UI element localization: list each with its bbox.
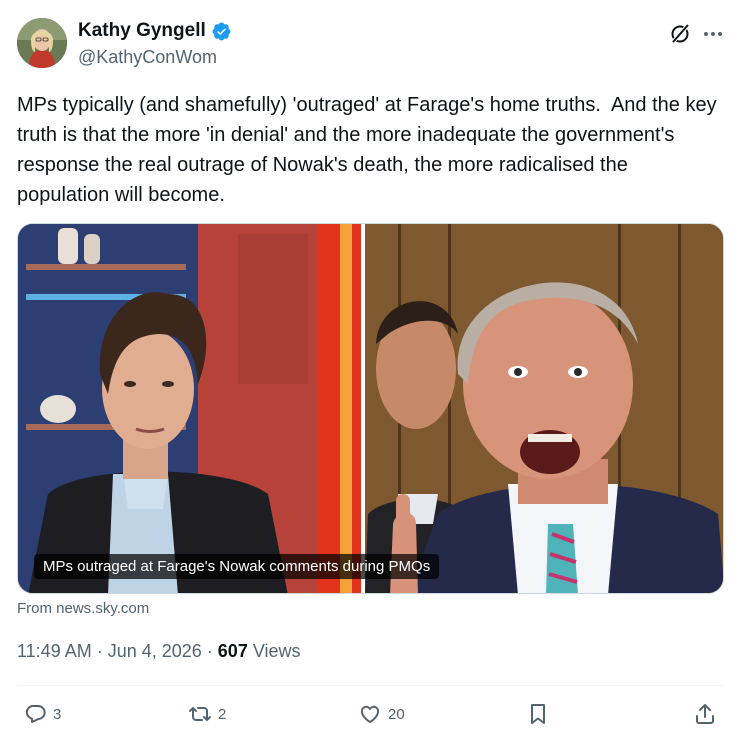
verified-badge-icon bbox=[212, 22, 231, 40]
news-thumbnail-image bbox=[18, 224, 723, 593]
tweet-date[interactable]: Jun 4, 2026 bbox=[108, 641, 202, 662]
repost-button[interactable]: 2 bbox=[188, 702, 226, 726]
display-name[interactable]: Kathy Gyngell bbox=[78, 20, 206, 42]
avatar[interactable] bbox=[17, 18, 67, 68]
repost-count: 2 bbox=[218, 705, 227, 723]
like-button[interactable]: 20 bbox=[358, 702, 405, 726]
tweet-time[interactable]: 11:49 AM bbox=[17, 641, 92, 662]
divider bbox=[17, 685, 724, 686]
tweet-text: MPs typically (and shamefully) 'outraged… bbox=[17, 94, 723, 206]
link-source[interactable]: From news.sky.com bbox=[17, 600, 149, 617]
tweet[interactable]: Kathy Gyngell @KathyConWom MPs typically… bbox=[0, 0, 745, 747]
share-icon bbox=[696, 704, 714, 724]
views-count: 607 bbox=[217, 641, 248, 661]
bookmark-button[interactable] bbox=[526, 702, 550, 726]
repost-icon bbox=[189, 707, 211, 721]
views-label: Views bbox=[252, 641, 301, 661]
author-handle[interactable]: @KathyConWom bbox=[78, 47, 217, 68]
tweet-meta: 11:49 AM · Jun 4, 2026 · 607 Views bbox=[17, 641, 301, 662]
share-button[interactable] bbox=[693, 702, 717, 726]
reply-button[interactable]: 3 bbox=[23, 702, 61, 726]
author-name-row[interactable]: Kathy Gyngell bbox=[78, 20, 232, 42]
grok-icon[interactable] bbox=[668, 22, 692, 46]
meta-separator: · bbox=[96, 641, 103, 661]
meta-separator: · bbox=[206, 641, 213, 661]
media-caption: MPs outraged at Farage's Nowak comments … bbox=[34, 554, 440, 579]
reply-count: 3 bbox=[53, 705, 62, 723]
like-count: 20 bbox=[388, 705, 405, 723]
like-icon bbox=[360, 705, 380, 723]
bookmark-icon bbox=[531, 704, 545, 724]
link-card-media[interactable]: MPs outraged at Farage's Nowak comments … bbox=[17, 223, 724, 594]
action-bar: 3 2 20 bbox=[0, 700, 745, 732]
views[interactable]: 607 Views bbox=[218, 641, 301, 662]
more-icon[interactable] bbox=[700, 22, 726, 46]
reply-icon bbox=[25, 704, 46, 723]
